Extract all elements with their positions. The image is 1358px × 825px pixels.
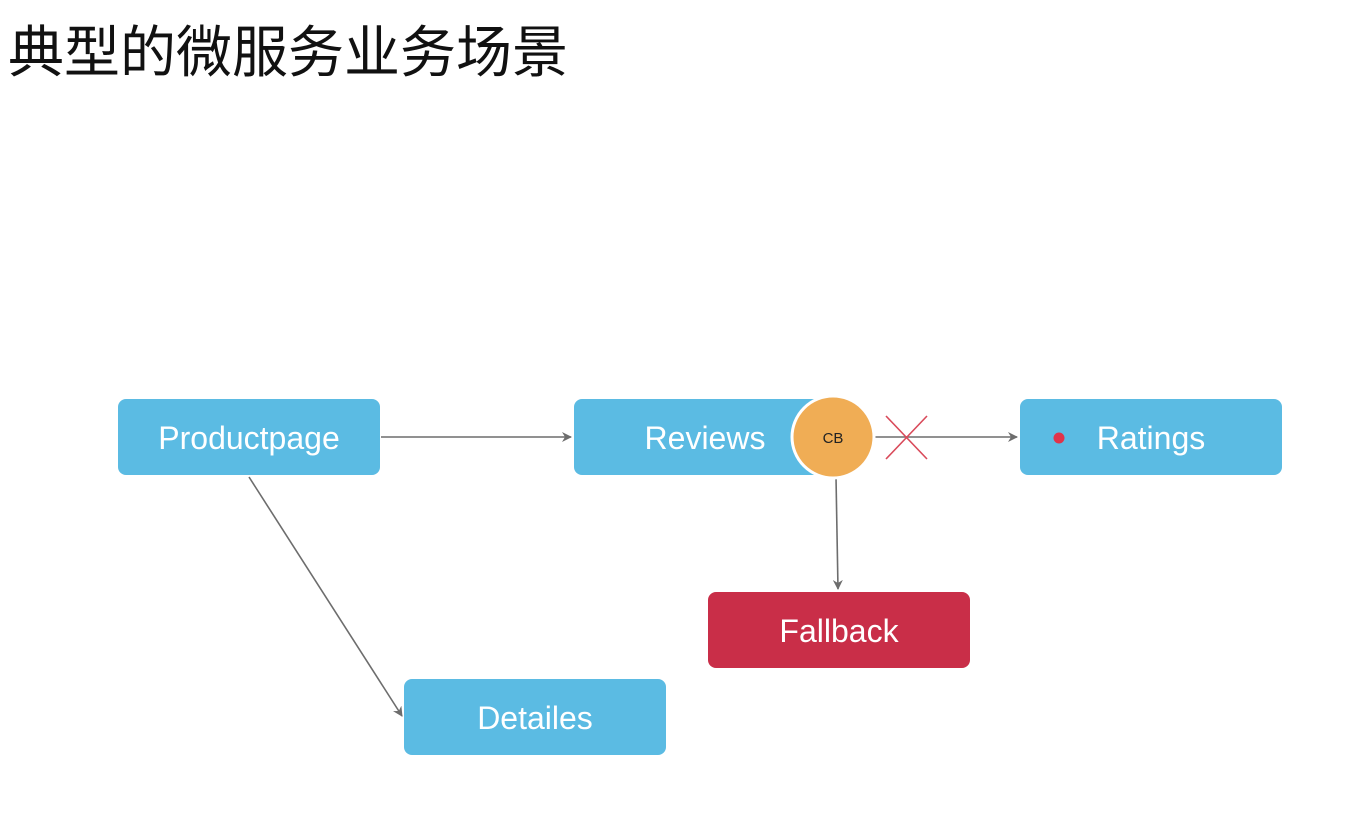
node-reviews-label: Reviews: [645, 420, 766, 456]
service-diagram: Productpage Reviews CB Ratings Fallback …: [118, 394, 1282, 755]
node-fallback-label: Fallback: [779, 613, 899, 649]
circuit-breaker-node[interactable]: CB: [790, 394, 876, 480]
node-ratings-label: Ratings: [1097, 420, 1206, 456]
edge-cb-to-fallback: [832, 476, 843, 590]
edge-productpage-to-details: [248, 476, 403, 717]
circuit-breaker-label: CB: [823, 430, 844, 447]
node-fallback[interactable]: Fallback: [708, 592, 970, 668]
node-details-label: Detailes: [477, 700, 593, 736]
node-productpage-label: Productpage: [158, 420, 339, 456]
ratings-status-dot-icon: [1053, 432, 1065, 444]
node-ratings[interactable]: Ratings: [1020, 399, 1282, 475]
node-details[interactable]: Detailes: [404, 679, 666, 755]
node-productpage[interactable]: Productpage: [118, 399, 380, 475]
